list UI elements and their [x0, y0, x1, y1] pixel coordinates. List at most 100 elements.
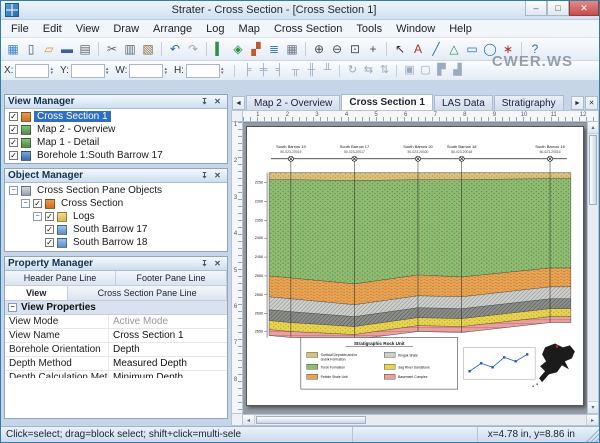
drawing-canvas[interactable]: South Barrow 19 50-023-20019 South Barro… — [243, 122, 587, 414]
group-icon[interactable]: ▣ — [401, 63, 417, 79]
view-item-cross-section-1[interactable]: ✓ Cross Section 1 — [5, 110, 227, 123]
borehole-view-icon[interactable]: ▍ — [211, 40, 229, 58]
redo-icon[interactable]: ↷ — [184, 40, 202, 58]
bring-to-front-icon[interactable]: ▛ — [433, 63, 449, 79]
copy-icon[interactable]: ▥ — [121, 40, 139, 58]
scroll-right-icon[interactable]: ▸ — [586, 415, 598, 425]
zoom-out-icon[interactable]: ⊖ — [328, 40, 346, 58]
checkbox[interactable]: ✓ — [45, 238, 54, 247]
rect-tool-icon[interactable]: ▭ — [463, 40, 481, 58]
maximize-button[interactable]: □ — [547, 1, 569, 16]
h-input[interactable] — [186, 64, 220, 78]
w-input[interactable] — [129, 64, 163, 78]
collapse-icon[interactable]: − — [21, 199, 30, 208]
menu-window[interactable]: Window — [389, 21, 442, 37]
paste-icon[interactable]: ▧ — [139, 40, 157, 58]
menu-file[interactable]: File — [4, 21, 36, 37]
tab-scroll-left-button[interactable]: ◄ — [232, 96, 245, 110]
well-log-icon[interactable]: ≣ — [265, 40, 283, 58]
w-spinner[interactable]: ▴▾ — [164, 67, 167, 75]
send-to-back-icon[interactable]: ▟ — [449, 63, 465, 79]
tab-scroll-right-button[interactable]: ► — [571, 96, 584, 110]
object-well-south-barrow-18[interactable]: ✓ South Barrow 18 — [41, 236, 227, 249]
collapse-icon[interactable]: − — [33, 212, 42, 221]
pin-icon[interactable]: ↧ — [198, 170, 211, 182]
tab-header-pane-line[interactable]: Header Pane Line — [5, 271, 116, 285]
new-borehole-document-icon[interactable]: ▦ — [4, 40, 22, 58]
polygon-tool-icon[interactable]: △ — [445, 40, 463, 58]
menu-tools[interactable]: Tools — [349, 21, 389, 37]
scroll-up-icon[interactable]: ▴ — [588, 122, 598, 134]
zoom-fit-icon[interactable]: ⊡ — [346, 40, 364, 58]
align-bottom-icon[interactable]: ╨ — [319, 63, 335, 79]
inset-chart[interactable] — [464, 347, 535, 379]
property-section-header[interactable]: − View Properties — [5, 301, 227, 315]
line-tool-icon[interactable]: ╱ — [427, 40, 445, 58]
y-input[interactable] — [71, 64, 105, 78]
view-item-map-2[interactable]: ✓ Map 2 - Overview — [5, 123, 227, 136]
pan-icon[interactable]: + — [364, 40, 382, 58]
open-file-icon[interactable]: ▱ — [40, 40, 58, 58]
save-icon[interactable]: ▬ — [58, 40, 76, 58]
flip-vertical-icon[interactable]: ⇅ — [376, 63, 392, 79]
print-icon[interactable]: ▤ — [76, 40, 94, 58]
checkbox[interactable]: ✓ — [9, 125, 18, 134]
tab-view[interactable]: View — [5, 286, 68, 300]
collapse-icon[interactable]: − — [9, 186, 18, 195]
scroll-down-icon[interactable]: ▾ — [588, 401, 598, 413]
ellipse-tool-icon[interactable]: ◯ — [481, 40, 499, 58]
tab-las-data[interactable]: LAS Data — [434, 95, 493, 110]
pin-icon[interactable]: ↧ — [198, 258, 211, 270]
resize-grip[interactable] — [585, 427, 599, 442]
menu-arrange[interactable]: Arrange — [146, 21, 199, 37]
close-icon[interactable]: ✕ — [211, 258, 224, 270]
y-spinner[interactable]: ▴▾ — [106, 67, 109, 75]
collapse-icon[interactable]: − — [8, 303, 17, 312]
vertical-scroll-thumb[interactable] — [589, 135, 597, 205]
checkbox[interactable]: ✓ — [9, 138, 18, 147]
align-center-icon[interactable]: ╪ — [255, 63, 271, 79]
object-root[interactable]: − Cross Section Pane Objects — [5, 184, 227, 197]
menu-cross-section[interactable]: Cross Section — [267, 21, 349, 37]
cross-section-view-icon[interactable]: ▞ — [247, 40, 265, 58]
align-middle-icon[interactable]: ╫ — [303, 63, 319, 79]
checkbox[interactable]: ✓ — [45, 212, 54, 221]
scroll-left-icon[interactable]: ◂ — [243, 415, 255, 425]
h-spinner[interactable]: ▴▾ — [221, 67, 224, 75]
align-right-icon[interactable]: ╡ — [271, 63, 287, 79]
menu-log[interactable]: Log — [199, 21, 231, 37]
symbol-tool-icon[interactable]: ∗ — [499, 40, 517, 58]
tab-stratigraphy[interactable]: Stratigraphy — [494, 95, 564, 110]
horizontal-scrollbar[interactable]: ◂ ▸ — [243, 414, 599, 426]
flip-horizontal-icon[interactable]: ⇆ — [360, 63, 376, 79]
align-left-icon[interactable]: ╞ — [239, 63, 255, 79]
vertical-scrollbar[interactable]: ▴ ▾ — [587, 122, 599, 414]
text-tool-icon[interactable]: A — [409, 40, 427, 58]
close-button[interactable]: ✕ — [569, 1, 599, 16]
view-item-map-1[interactable]: ✓ Map 1 - Detail — [5, 136, 227, 149]
tab-close-button[interactable]: ✕ — [585, 96, 598, 110]
tab-cross-section-pane-line[interactable]: Cross Section Pane Line — [68, 286, 227, 300]
alaska-map-inset[interactable] — [532, 343, 574, 386]
horizontal-scroll-thumb[interactable] — [256, 416, 366, 424]
cut-icon[interactable]: ✂ — [103, 40, 121, 58]
object-well-south-barrow-17[interactable]: ✓ South Barrow 17 — [41, 223, 227, 236]
object-cross-section[interactable]: − ✓ Cross Section — [17, 197, 227, 210]
close-icon[interactable]: ✕ — [211, 96, 224, 108]
undo-icon[interactable]: ↶ — [166, 40, 184, 58]
tab-footer-pane-line[interactable]: Footer Pane Line — [116, 271, 227, 285]
tab-cross-section-1[interactable]: Cross Section 1 — [341, 94, 433, 110]
map-view-icon[interactable]: ◈ — [229, 40, 247, 58]
help-icon[interactable]: ? — [526, 40, 544, 58]
menu-edit[interactable]: Edit — [36, 21, 69, 37]
ungroup-icon[interactable]: ▢ — [417, 63, 433, 79]
view-item-borehole-1[interactable]: ✓ Borehole 1:South Barrow 17 — [5, 149, 227, 162]
checkbox[interactable]: ✓ — [33, 199, 42, 208]
new-file-icon[interactable]: ▯ — [22, 40, 40, 58]
menu-map[interactable]: Map — [232, 21, 267, 37]
x-spinner[interactable]: ▴▾ — [50, 67, 53, 75]
tab-map-2-overview[interactable]: Map 2 - Overview — [246, 95, 340, 110]
checkbox[interactable]: ✓ — [9, 112, 18, 121]
pin-icon[interactable]: ↧ — [198, 96, 211, 108]
cross-section-page[interactable]: South Barrow 19 50-023-20019 South Barro… — [246, 126, 584, 406]
